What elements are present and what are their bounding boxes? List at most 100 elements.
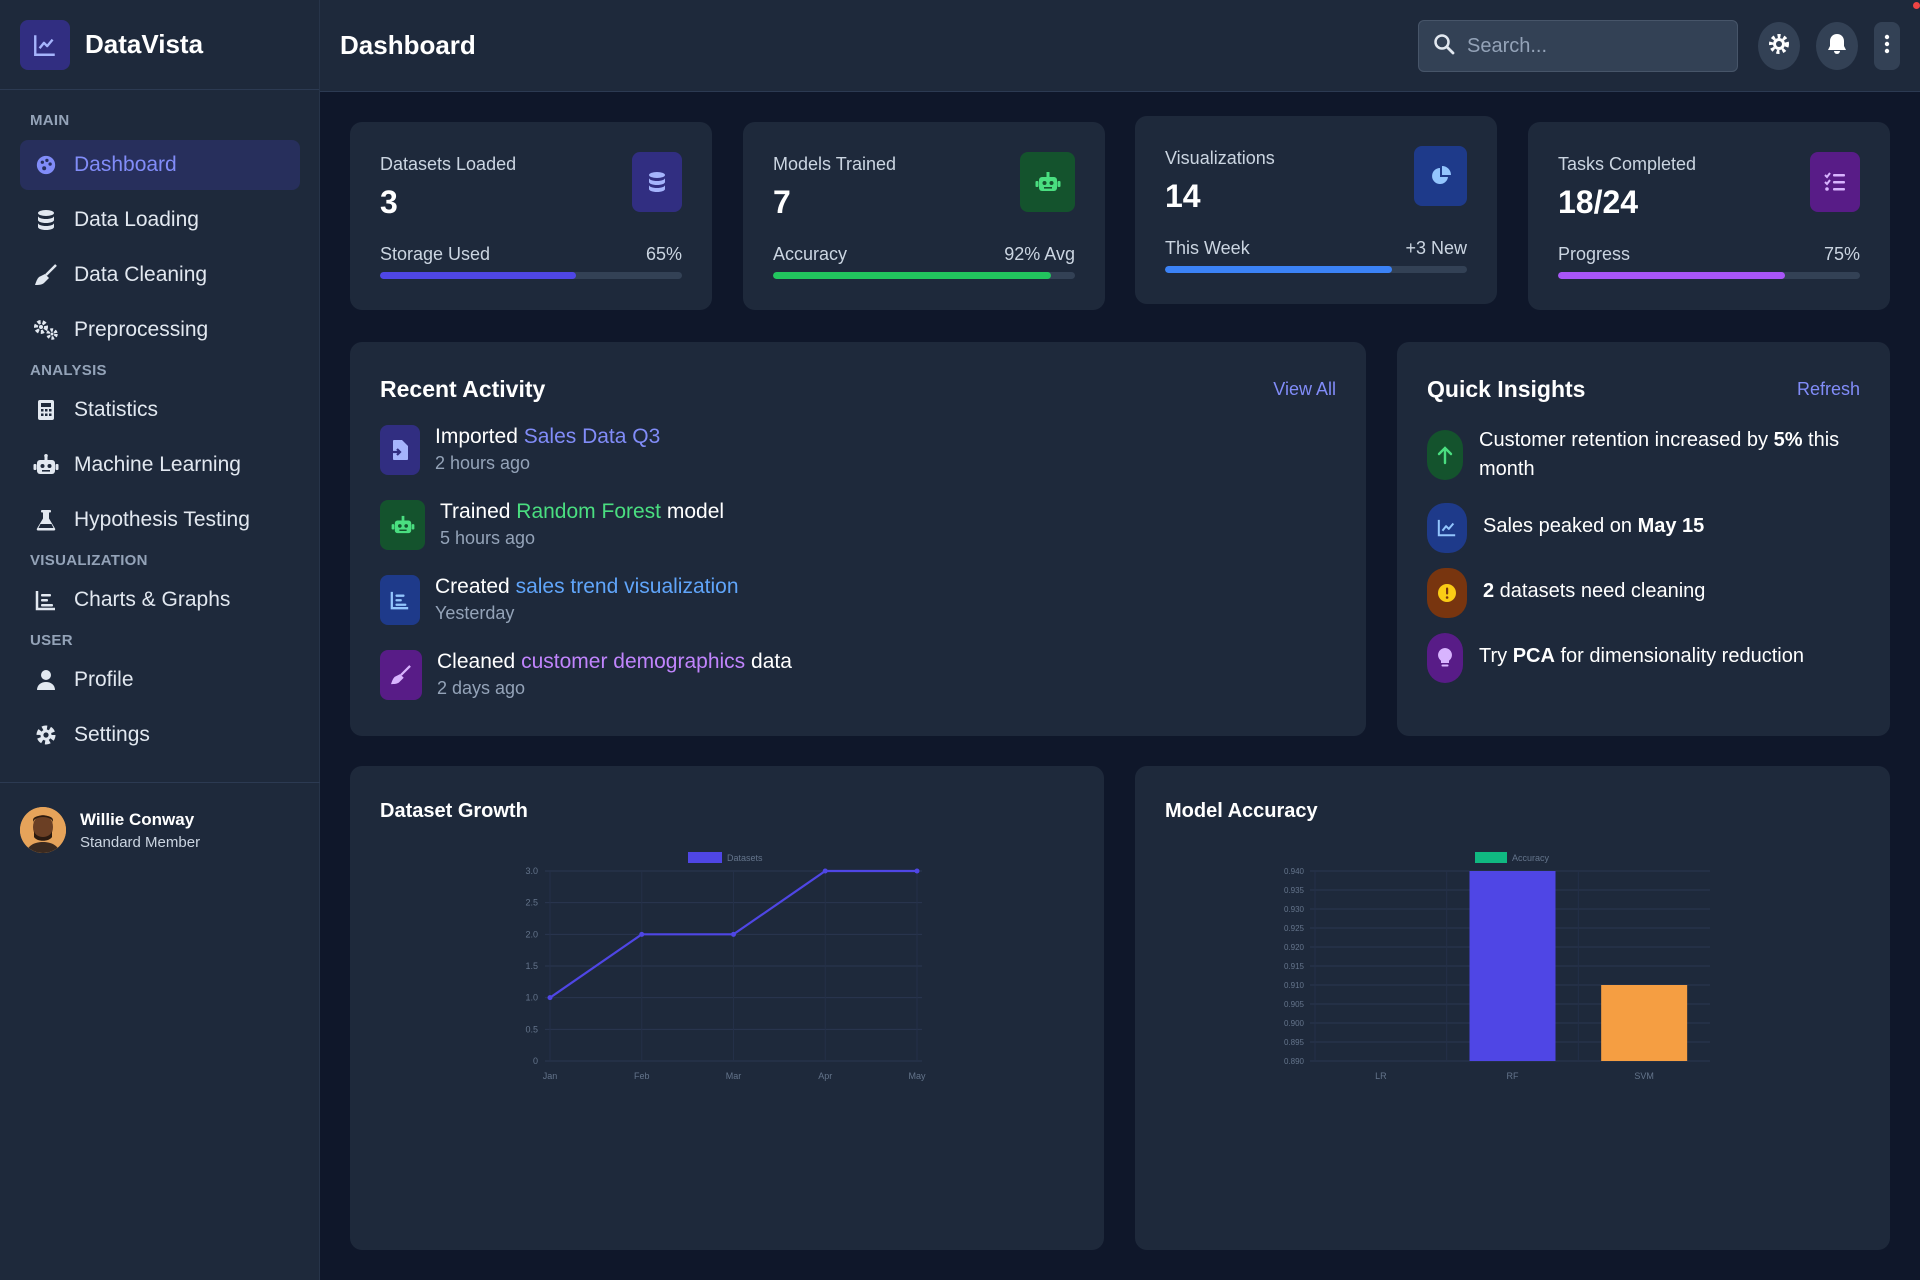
search-icon [1433, 33, 1455, 60]
activity-suffix: data [751, 650, 792, 673]
stat-sub-label: Accuracy [773, 244, 848, 264]
y-tick-label: 0.905 [1284, 1000, 1305, 1009]
flask-icon [32, 506, 60, 534]
more-options-button[interactable] [1874, 22, 1900, 70]
view-all-link[interactable]: View All [1273, 379, 1336, 400]
stat-card-models[interactable]: Models Trained 7 Accuracy 92% Avg [743, 122, 1105, 310]
sidebar: DataVista MAIN Dashboard Data Loading Da… [0, 0, 320, 1280]
stat-card-tasks[interactable]: Tasks Completed 18/24 Progress 75% [1528, 122, 1890, 310]
model-accuracy-chart: 0.890 0.895 0.900 0.905 0.910 0.915 0.920 0.925… [1284, 852, 1710, 1081]
activity-target-link[interactable]: customer demographics [521, 650, 745, 673]
stat-card-datasets[interactable]: Datasets Loaded 3 Storage Used 65% [350, 122, 712, 310]
data-point [731, 931, 736, 937]
brand-name: DataVista [85, 29, 204, 59]
sidebar-item-charts-graphs[interactable]: Charts & Graphs [20, 575, 300, 625]
y-tick-label: 0.925 [1284, 924, 1305, 933]
sidebar-item-label: Profile [74, 668, 134, 691]
stat-label: Datasets Loaded [380, 154, 517, 174]
sidebar-item-label: Charts & Graphs [74, 588, 231, 611]
recent-activity-panel: Recent Activity View All Imported Sales … [350, 342, 1366, 736]
robot-icon [32, 451, 60, 479]
activity-target-link[interactable]: Random Forest [516, 500, 661, 523]
y-tick-label: 1.0 [525, 993, 538, 1003]
chart-line-icon [20, 19, 70, 70]
file-import-icon [380, 425, 420, 475]
activity-time: 2 days ago [437, 678, 526, 698]
quick-insights-panel: Quick Insights Refresh Customer retentio… [1397, 342, 1890, 736]
activity-time: 2 hours ago [435, 453, 531, 473]
stat-card-visualizations[interactable]: Visualizations 14 This Week +3 New [1135, 116, 1497, 304]
bell-icon [1827, 33, 1847, 60]
activity-target-link[interactable]: sales trend visualization [516, 575, 739, 598]
sidebar-item-preprocessing[interactable]: Preprocessing [20, 305, 300, 355]
x-tick-label: SVM [1634, 1071, 1654, 1081]
list-item[interactable]: Cleaned customer demographics data 2 day… [380, 650, 792, 700]
sidebar-item-hypothesis-testing[interactable]: Hypothesis Testing [20, 495, 300, 545]
robot-icon [380, 500, 425, 550]
stat-value: 14 [1165, 178, 1201, 214]
y-tick-label: 0.910 [1284, 981, 1305, 990]
pie-chart-icon [1414, 146, 1467, 206]
tasks-progress-bar [1558, 272, 1860, 279]
stat-sub-label: Storage Used [380, 244, 491, 264]
sidebar-item-label: Preprocessing [74, 318, 209, 341]
theme-toggle-button[interactable] [1758, 22, 1800, 70]
progress-fill [1558, 272, 1785, 279]
activity-suffix: model [666, 500, 725, 523]
sidebar-item-label: Hypothesis Testing [74, 508, 250, 531]
section-label-main: MAIN [30, 112, 70, 129]
sidebar-item-data-loading[interactable]: Data Loading [20, 195, 300, 245]
stat-value: 3 [380, 184, 398, 220]
sidebar-item-settings[interactable]: Settings [20, 710, 300, 760]
search-input[interactable] [1467, 34, 1707, 58]
insight-item: Sales peaked on May 15 [1427, 503, 1704, 553]
sidebar-item-profile[interactable]: Profile [20, 655, 300, 705]
stat-sub-value: 65% [645, 244, 682, 264]
sidebar-item-label: Settings [74, 723, 150, 746]
bar-svm [1601, 985, 1688, 1061]
sidebar-item-statistics[interactable]: Statistics [20, 385, 300, 435]
progress-fill [380, 272, 577, 279]
data-point [822, 868, 828, 874]
list-item[interactable]: Trained Random Forest model 5 hours ago [380, 500, 724, 550]
broom-icon [32, 261, 60, 289]
data-point [639, 931, 645, 937]
stat-sub-value: 92% Avg [1004, 244, 1075, 264]
y-tick-label: 0.915 [1284, 962, 1305, 971]
storage-progress-bar [380, 272, 682, 279]
section-label-visualization: VISUALIZATION [30, 552, 148, 569]
insight-item: 2 datasets need cleaning [1427, 568, 1705, 618]
y-tick-label: 0.5 [525, 1024, 538, 1034]
brand[interactable]: DataVista [0, 0, 319, 90]
sidebar-item-label: Data Cleaning [74, 263, 208, 286]
y-tick-label: 0.895 [1284, 1038, 1305, 1047]
task-list-icon [1810, 152, 1860, 212]
stat-sub-value: 75% [1823, 244, 1860, 264]
y-tick-label: 3.0 [525, 866, 538, 876]
user-profile-card[interactable]: Willie Conway Standard Member [0, 782, 320, 877]
list-item[interactable]: Imported Sales Data Q3 2 hours ago [380, 425, 660, 475]
x-tick-label: LR [1375, 1071, 1387, 1081]
stat-label: Models Trained [773, 154, 897, 174]
dataset-growth-chart: 0 0.5 1.0 1.5 2.0 2.5 3.0 Jan Feb Mar Apr May Datase… [525, 852, 926, 1081]
warning-icon [1427, 568, 1467, 618]
insight-text: for dimensionality reduction [1554, 645, 1804, 667]
x-tick-label: May [908, 1071, 926, 1081]
refresh-link[interactable]: Refresh [1797, 379, 1860, 400]
x-tick-label: Apr [818, 1071, 832, 1081]
y-tick-label: 0.920 [1284, 943, 1305, 952]
activity-time: 5 hours ago [440, 528, 536, 548]
list-item[interactable]: Created sales trend visualization Yester… [380, 575, 739, 625]
sidebar-item-machine-learning[interactable]: Machine Learning [20, 440, 300, 490]
insight-item: Customer retention increased by 5% this … [1427, 429, 1867, 484]
legend-label: Datasets [727, 853, 763, 863]
activity-target-link[interactable]: Sales Data Q3 [524, 425, 661, 448]
activity-action: Created [435, 575, 510, 598]
notifications-button[interactable] [1816, 22, 1858, 70]
robot-icon [1020, 152, 1075, 212]
avatar [20, 807, 66, 853]
sidebar-item-dashboard[interactable]: Dashboard [20, 140, 300, 190]
search-box[interactable] [1418, 20, 1738, 72]
insight-highlight: 2 [1483, 580, 1495, 602]
sidebar-item-data-cleaning[interactable]: Data Cleaning [20, 250, 300, 300]
